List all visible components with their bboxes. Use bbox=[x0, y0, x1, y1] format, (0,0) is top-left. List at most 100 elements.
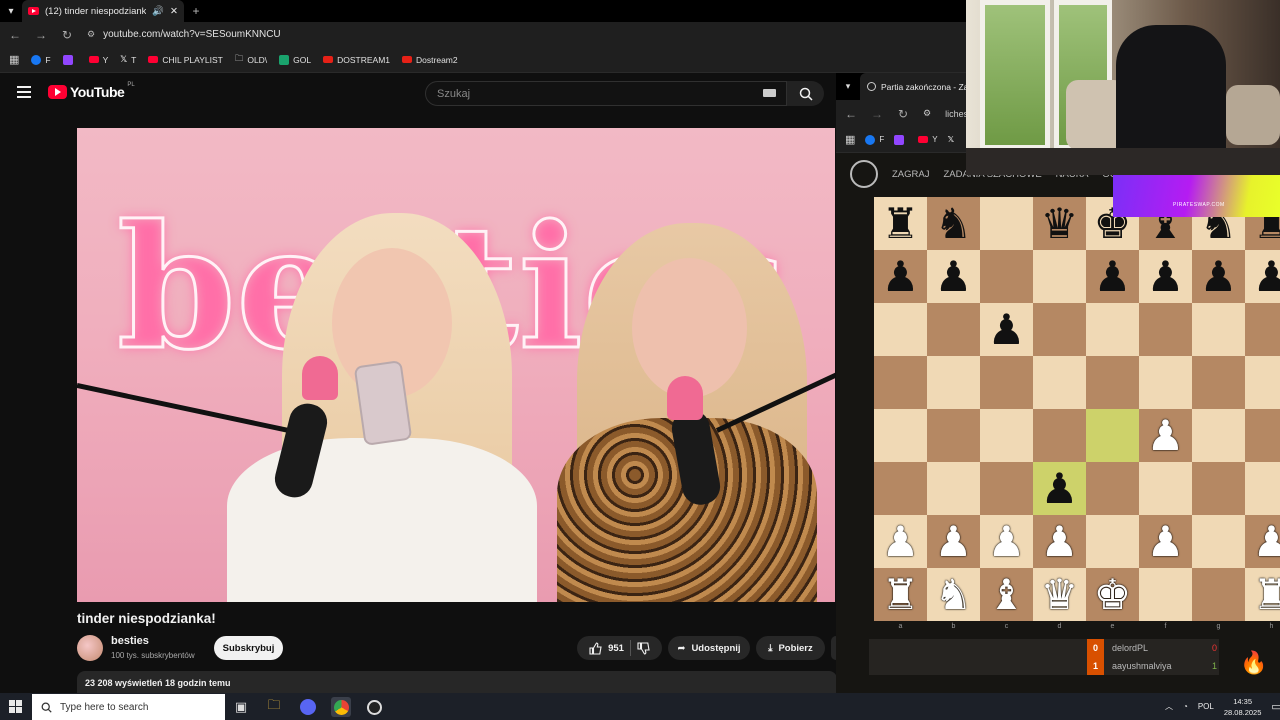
square-g1[interactable] bbox=[1192, 568, 1245, 621]
reload-icon[interactable]: ↻ bbox=[61, 28, 73, 42]
square-d2[interactable]: ♟ bbox=[1033, 515, 1086, 568]
square-g5[interactable] bbox=[1192, 356, 1245, 409]
square-e5[interactable] bbox=[1086, 356, 1139, 409]
site-info-icon[interactable]: ⚙ bbox=[923, 108, 931, 119]
black-pawn-icon[interactable]: ♟ bbox=[1041, 467, 1079, 510]
bookmark-item[interactable]: F bbox=[865, 134, 884, 145]
white-king-icon[interactable]: ♚ bbox=[1094, 573, 1132, 616]
forward-icon[interactable]: → bbox=[35, 28, 47, 42]
square-b7[interactable]: ♟ bbox=[927, 250, 980, 303]
player-name[interactable]: aayushmalviya bbox=[1112, 661, 1204, 671]
channel-name[interactable]: besties bbox=[111, 635, 149, 647]
square-a3[interactable] bbox=[874, 462, 927, 515]
square-a1[interactable]: ♜ bbox=[874, 568, 927, 621]
chrome-icon[interactable] bbox=[331, 697, 351, 717]
square-c3[interactable] bbox=[980, 462, 1033, 515]
search-input[interactable]: Szukaj bbox=[425, 81, 787, 106]
black-pawn-icon[interactable]: ♟ bbox=[1094, 255, 1132, 298]
square-b8[interactable]: ♞ bbox=[927, 197, 980, 250]
square-b6[interactable] bbox=[927, 303, 980, 356]
tab-close-icon[interactable]: ✕ bbox=[170, 6, 178, 17]
discord-icon[interactable] bbox=[298, 697, 318, 717]
square-e6[interactable] bbox=[1086, 303, 1139, 356]
tab-search-icon[interactable]: ▾ bbox=[836, 81, 860, 92]
bookmark-item[interactable]: DOSTREAM1 bbox=[323, 55, 390, 65]
square-c6[interactable]: ♟ bbox=[980, 303, 1033, 356]
black-pawn-icon[interactable]: ♟ bbox=[935, 255, 973, 298]
tray-chevron-icon[interactable]: ︿ bbox=[1165, 701, 1173, 712]
square-b1[interactable]: ♞ bbox=[927, 568, 980, 621]
square-c4[interactable] bbox=[980, 409, 1033, 462]
square-f5[interactable] bbox=[1139, 356, 1192, 409]
search-button[interactable] bbox=[787, 81, 824, 106]
black-pawn-icon[interactable]: ♟ bbox=[1200, 255, 1238, 298]
square-g2[interactable] bbox=[1192, 515, 1245, 568]
white-knight-icon[interactable]: ♞ bbox=[935, 573, 973, 616]
square-d1[interactable]: ♛ bbox=[1033, 568, 1086, 621]
bookmark-item[interactable]: Y bbox=[88, 55, 108, 65]
bookmark-folder[interactable]: 🗀 OLD\ bbox=[235, 53, 267, 67]
square-a2[interactable]: ♟ bbox=[874, 515, 927, 568]
bookmark-item[interactable]: GOL bbox=[279, 54, 311, 65]
subscribe-button[interactable]: Subskrybuj bbox=[214, 636, 283, 660]
square-a4[interactable] bbox=[874, 409, 927, 462]
square-d5[interactable] bbox=[1033, 356, 1086, 409]
square-f2[interactable]: ♟ bbox=[1139, 515, 1192, 568]
white-rook-icon[interactable]: ♜ bbox=[1253, 573, 1280, 616]
square-a5[interactable] bbox=[874, 356, 927, 409]
chess-board[interactable]: ♜ ♞ ♛ ♚ ♝ ♞ ♜ ♟ ♟ ♟ ♟ ♟ ♟ ♟ ♟ ♟ ♟ ♟ ♟ ♟ ♟ ♟ ♜ ♞ ♝ ♛ ♚ ♜ bbox=[874, 197, 1280, 621]
square-h4[interactable] bbox=[1245, 409, 1280, 462]
square-d3[interactable]: ♟ bbox=[1033, 462, 1086, 515]
video-description-box[interactable]: 23 208 wyświetleń 18 godzin temu bbox=[77, 671, 837, 693]
square-g6[interactable] bbox=[1192, 303, 1245, 356]
white-pawn-icon[interactable]: ♟ bbox=[988, 520, 1026, 563]
square-e3[interactable] bbox=[1086, 462, 1139, 515]
square-h6[interactable] bbox=[1245, 303, 1280, 356]
bookmark-item[interactable]: Dostream2 bbox=[402, 55, 458, 65]
apps-grid-icon[interactable]: ▦ bbox=[9, 53, 19, 66]
bookmark-item[interactable]: 𝕏 bbox=[948, 135, 958, 144]
black-rook-icon[interactable]: ♜ bbox=[882, 202, 920, 245]
white-pawn-icon[interactable]: ♟ bbox=[1253, 520, 1280, 563]
nav-play[interactable]: ZAGRAJ bbox=[892, 169, 929, 180]
url-field[interactable]: ⚙ youtube.com/watch?v=SESoumKNNCU bbox=[87, 29, 281, 40]
square-h5[interactable] bbox=[1245, 356, 1280, 409]
taskbar-search-input[interactable]: Type here to search bbox=[32, 694, 225, 720]
like-button[interactable]: 951 bbox=[589, 641, 624, 655]
video-player[interactable]: besties bbox=[77, 128, 835, 602]
square-g3[interactable] bbox=[1192, 462, 1245, 515]
tab-youtube[interactable]: (12) tinder niespodzianka! - 🔊 ✕ bbox=[22, 0, 184, 22]
channel-avatar[interactable] bbox=[77, 635, 103, 661]
forward-icon[interactable]: → bbox=[871, 107, 883, 121]
bookmark-item[interactable]: 𝕏T bbox=[120, 54, 136, 65]
white-pawn-icon[interactable]: ♟ bbox=[935, 520, 973, 563]
bookmark-item[interactable]: Y bbox=[918, 135, 938, 144]
share-button[interactable]: ➦ Udostępnij bbox=[668, 636, 750, 660]
windows-start-icon[interactable] bbox=[9, 700, 22, 713]
black-queen-icon[interactable]: ♛ bbox=[1041, 202, 1079, 245]
square-f3[interactable] bbox=[1139, 462, 1192, 515]
reload-icon[interactable]: ↻ bbox=[897, 107, 909, 121]
menu-icon[interactable] bbox=[17, 86, 31, 98]
square-b5[interactable] bbox=[927, 356, 980, 409]
white-bishop-icon[interactable]: ♝ bbox=[988, 573, 1026, 616]
youtube-logo[interactable]: YouTube PL bbox=[48, 82, 135, 100]
keyboard-icon[interactable] bbox=[763, 89, 776, 97]
square-a8[interactable]: ♜ bbox=[874, 197, 927, 250]
white-pawn-icon[interactable]: ♟ bbox=[1041, 520, 1079, 563]
square-d4[interactable] bbox=[1033, 409, 1086, 462]
square-d7[interactable] bbox=[1033, 250, 1086, 303]
square-b2[interactable]: ♟ bbox=[927, 515, 980, 568]
black-pawn-icon[interactable]: ♟ bbox=[882, 255, 920, 298]
site-info-icon[interactable]: ⚙ bbox=[87, 29, 95, 40]
file-explorer-icon[interactable]: 🗀 bbox=[264, 697, 284, 717]
square-d8[interactable]: ♛ bbox=[1033, 197, 1086, 250]
apps-grid-icon[interactable]: ▦ bbox=[845, 133, 855, 146]
thumbs-down-icon[interactable] bbox=[637, 641, 650, 655]
square-c5[interactable] bbox=[980, 356, 1033, 409]
square-e2[interactable] bbox=[1086, 515, 1139, 568]
square-a7[interactable]: ♟ bbox=[874, 250, 927, 303]
square-d6[interactable] bbox=[1033, 303, 1086, 356]
notification-icon[interactable]: ▭ bbox=[1271, 700, 1280, 713]
square-a6[interactable] bbox=[874, 303, 927, 356]
